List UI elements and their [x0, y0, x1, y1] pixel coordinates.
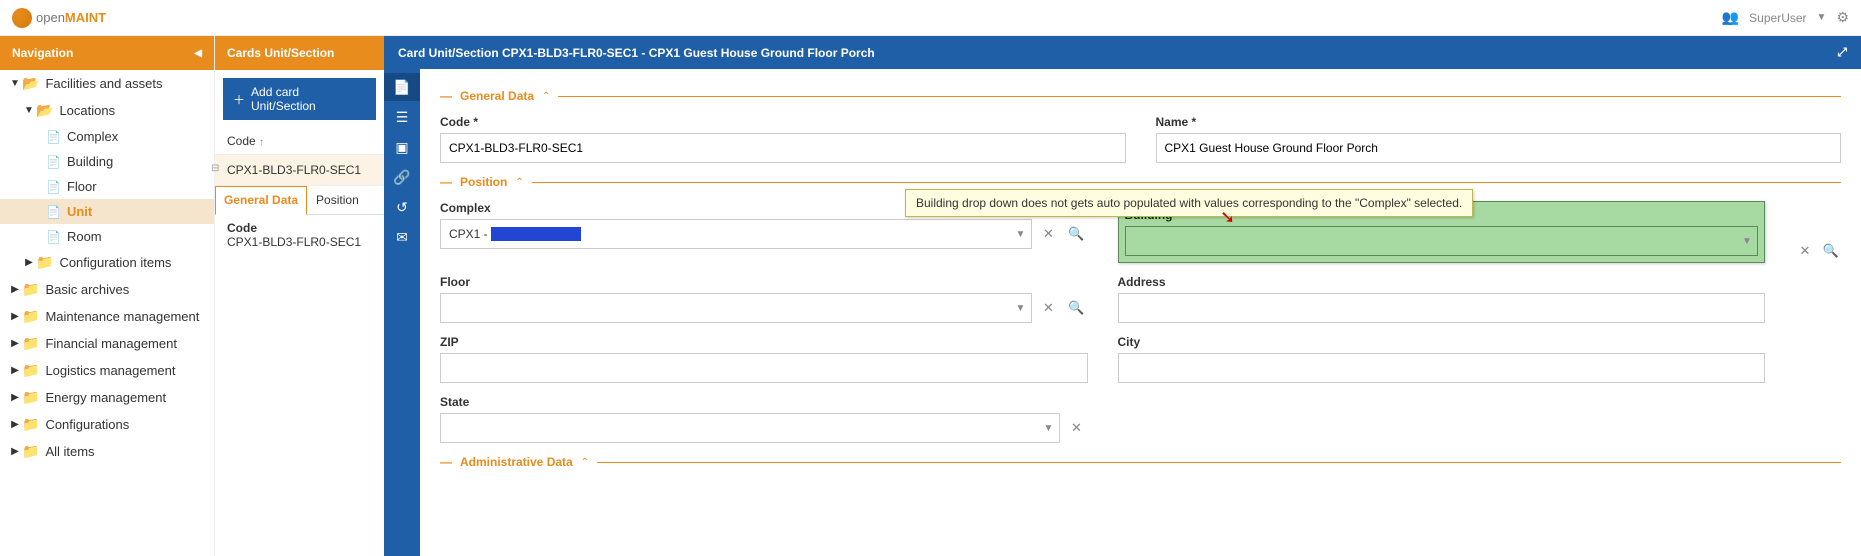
nav-basic-archives[interactable]: ▶📁Basic archives	[0, 276, 214, 303]
floor-combo[interactable]: ▼	[440, 293, 1032, 323]
nav-facilities[interactable]: ▼📂Facilities and assets	[0, 70, 214, 97]
address-input[interactable]	[1118, 293, 1766, 323]
users-icon[interactable]: 👥	[1722, 9, 1739, 26]
plus-icon: ＋	[233, 91, 245, 108]
user-dropdown-icon[interactable]: ▼	[1817, 12, 1827, 23]
nav-financial[interactable]: ▶📁Financial management	[0, 330, 214, 357]
address-label: Address	[1118, 275, 1766, 289]
tab-position[interactable]: Position	[307, 186, 368, 214]
city-label: City	[1118, 335, 1766, 349]
chevron-up-icon: ⌃	[542, 91, 550, 102]
section-general-data[interactable]: —General Data⌃	[440, 89, 1841, 103]
nav-building[interactable]: 📄Building	[0, 149, 214, 174]
state-combo[interactable]: ▼	[440, 413, 1060, 443]
code-input[interactable]	[440, 133, 1126, 163]
cards-header: Cards Unit/Section	[215, 36, 384, 70]
nav-collapse-icon[interactable]: ◀	[194, 48, 202, 59]
complex-combo[interactable]: CPX1 - ▼	[440, 219, 1032, 249]
nav-unit[interactable]: 📄Unit	[0, 199, 214, 224]
logo-text-maint: MAINT	[65, 10, 106, 25]
row-collapse-icon[interactable]: ⊟	[211, 163, 219, 174]
card-title: Card Unit/Section CPX1-BLD3-FLR0-SEC1 - …	[398, 46, 875, 60]
gear-icon[interactable]: ⚙	[1836, 9, 1849, 26]
zip-label: ZIP	[440, 335, 1088, 349]
detail-code-value: CPX1-BLD3-FLR0-SEC1	[227, 235, 361, 249]
app-logo: openMAINT	[12, 8, 106, 28]
expand-icon[interactable]: ⤢	[1837, 45, 1847, 60]
section-position[interactable]: —Position⌃	[440, 175, 1841, 189]
search-icon[interactable]: 🔍	[1821, 243, 1841, 259]
side-notes-icon[interactable]: ▣	[384, 133, 420, 161]
clear-icon[interactable]: ✕	[1038, 226, 1060, 242]
nav-all-items[interactable]: ▶📁All items	[0, 438, 214, 465]
logo-icon	[12, 8, 32, 28]
nav-complex[interactable]: 📄Complex	[0, 124, 214, 149]
chevron-up-icon: ⌃	[515, 177, 523, 188]
username[interactable]: SuperUser	[1749, 11, 1806, 25]
tab-general-data[interactable]: General Data	[215, 186, 307, 215]
search-icon[interactable]: 🔍	[1066, 300, 1088, 316]
chevron-down-icon[interactable]: ▼	[1011, 303, 1031, 314]
side-relations-icon[interactable]: 🔗	[384, 163, 420, 191]
side-history-icon[interactable]: ↺	[384, 193, 420, 221]
side-list-icon[interactable]: ☰	[384, 103, 420, 131]
annotation-arrow-icon: ➘	[1220, 207, 1235, 228]
clear-icon[interactable]: ✕	[1066, 420, 1088, 436]
card-row[interactable]: ⊟ CPX1-BLD3-FLR0-SEC1	[215, 155, 384, 186]
nav-logistics[interactable]: ▶📁Logistics management	[0, 357, 214, 384]
building-combo[interactable]: ▼	[1125, 226, 1759, 256]
state-label: State	[440, 395, 1088, 409]
nav-room[interactable]: 📄Room	[0, 224, 214, 249]
redacted-text	[491, 227, 581, 241]
chevron-up-icon: ⌃	[581, 457, 589, 468]
city-input[interactable]	[1118, 353, 1766, 383]
nav-title: Navigation	[12, 46, 73, 60]
clear-icon[interactable]: ✕	[1795, 243, 1815, 259]
nav-config-items[interactable]: ▶📁Configuration items	[0, 249, 214, 276]
zip-input[interactable]	[440, 353, 1088, 383]
annotation-callout: Building drop down does not gets auto po…	[905, 189, 1473, 217]
nav-configurations[interactable]: ▶📁Configurations	[0, 411, 214, 438]
nav-maintenance[interactable]: ▶📁Maintenance management	[0, 303, 214, 330]
section-administrative[interactable]: —Administrative Data⌃	[440, 455, 1841, 469]
floor-label: Floor	[440, 275, 1088, 289]
nav-floor[interactable]: 📄Floor	[0, 174, 214, 199]
code-label: Code *	[440, 115, 1126, 129]
cards-col-code[interactable]: Code ↑	[215, 128, 384, 155]
nav-energy[interactable]: ▶📁Energy management	[0, 384, 214, 411]
logo-text-open: open	[36, 10, 65, 25]
card-title-bar: Card Unit/Section CPX1-BLD3-FLR0-SEC1 - …	[384, 36, 1861, 69]
name-label: Name *	[1156, 115, 1842, 129]
nav-locations[interactable]: ▼📂Locations	[0, 97, 214, 124]
add-card-button[interactable]: ＋Add card Unit/Section	[223, 78, 376, 120]
detail-code-label: Code	[227, 221, 372, 235]
side-email-icon[interactable]: ✉	[384, 223, 420, 251]
nav-header: Navigation ◀	[0, 36, 214, 70]
chevron-down-icon[interactable]: ▼	[1011, 229, 1031, 240]
chevron-down-icon[interactable]: ▼	[1039, 423, 1059, 434]
clear-icon[interactable]: ✕	[1038, 300, 1060, 316]
search-icon[interactable]: 🔍	[1066, 226, 1088, 242]
name-input[interactable]	[1156, 133, 1842, 163]
card-row-code: CPX1-BLD3-FLR0-SEC1	[227, 163, 361, 177]
side-card-icon[interactable]: 📄	[384, 73, 420, 101]
chevron-down-icon[interactable]: ▼	[1737, 236, 1757, 247]
